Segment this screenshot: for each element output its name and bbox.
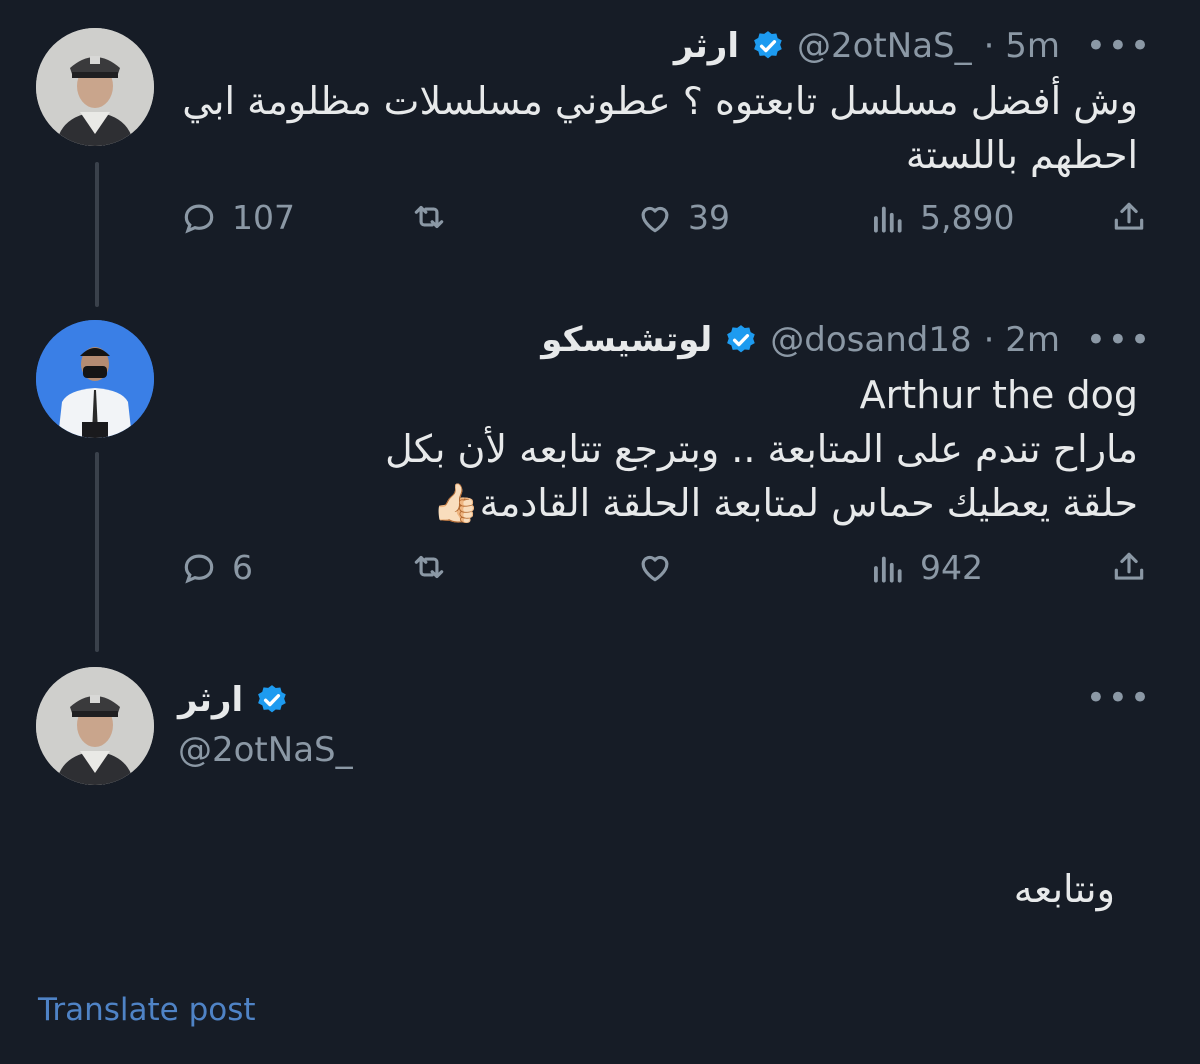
- views-count: 5,890: [920, 198, 1015, 237]
- avatar[interactable]: [36, 320, 154, 438]
- action-bar: 6 942: [180, 548, 1160, 596]
- share-button[interactable]: [1110, 198, 1148, 236]
- more-icon[interactable]: •••: [1086, 320, 1152, 360]
- retweet-button[interactable]: [410, 548, 448, 586]
- reply-count: 6: [232, 548, 253, 587]
- share-icon: [1114, 552, 1144, 580]
- retweet-icon: [414, 555, 444, 579]
- display-name[interactable]: ارثر: [178, 680, 243, 720]
- views-button[interactable]: 5,890: [868, 198, 1014, 237]
- display-name[interactable]: لوتشيسكو: [541, 320, 712, 360]
- like-icon: [641, 206, 669, 232]
- views-button[interactable]: 942: [868, 548, 983, 587]
- share-button[interactable]: [1110, 548, 1148, 586]
- views-icon: [874, 206, 902, 233]
- tweet-text: وش أفضل مسلسل تابعتوه ؟ عطوني مسلسلات مظ…: [182, 74, 1138, 182]
- avatar[interactable]: [36, 28, 154, 146]
- verified-badge-icon: [727, 325, 756, 353]
- tweet-header: · 2m @dosand18 لوتشيسكو: [541, 320, 1060, 360]
- verified-badge-icon: [258, 685, 286, 713]
- tweet-text: Arthur the dog ماراح تندم على المتابعة .…: [385, 368, 1138, 530]
- reply-icon: [184, 204, 214, 234]
- display-name[interactable]: ارثر: [674, 26, 739, 66]
- tweet-text-line: Arthur the dog: [859, 373, 1138, 417]
- tweet-header: · 5m @2otNaS_ ارثر: [674, 26, 1060, 66]
- thread-line: [95, 452, 99, 652]
- views-icon: [874, 556, 902, 583]
- reply-button[interactable]: 107: [180, 198, 295, 237]
- like-icon: [641, 555, 669, 582]
- more-icon[interactable]: •••: [1086, 26, 1152, 66]
- reply-icon: [184, 554, 214, 584]
- verified-badge-icon: [754, 31, 782, 59]
- action-bar: 107 39 5,890: [180, 198, 1160, 246]
- tweet-text-line: وش أفضل مسلسل تابعتوه ؟ عطوني مسلسلات مظ…: [182, 79, 1138, 123]
- thread-line: [95, 162, 99, 307]
- tweet-text-line: ماراح تندم على المتابعة .. وبترجع تتابعه…: [385, 427, 1138, 471]
- more-icon[interactable]: •••: [1086, 678, 1152, 718]
- tweet-text-line: احطهم باللستة: [905, 133, 1138, 177]
- views-count: 942: [920, 548, 983, 587]
- like-button[interactable]: [636, 548, 688, 586]
- share-icon: [1114, 202, 1144, 230]
- user-handle[interactable]: @dosand18: [770, 320, 971, 360]
- retweet-button[interactable]: [410, 198, 448, 236]
- tweet-header: ارثر @2otNaS_: [178, 680, 353, 770]
- translate-post-link[interactable]: Translate post: [38, 992, 256, 1028]
- like-count: 39: [688, 198, 730, 237]
- reply-count: 107: [232, 198, 295, 237]
- tweet-text-line: حلقة يعطيك حماس لمتابعة الحلقة القادمة👍🏻: [432, 481, 1138, 525]
- reply-button[interactable]: 6: [180, 548, 253, 587]
- user-handle[interactable]: @2otNaS_: [178, 730, 353, 770]
- user-handle[interactable]: @2otNaS_: [797, 26, 972, 66]
- retweet-icon: [414, 205, 444, 229]
- like-button[interactable]: 39: [636, 198, 730, 237]
- avatar[interactable]: [36, 667, 154, 785]
- timestamp[interactable]: · 2m: [984, 320, 1060, 360]
- timestamp[interactable]: · 5m: [984, 26, 1060, 66]
- tweet-text: ونتابعه: [1013, 867, 1115, 911]
